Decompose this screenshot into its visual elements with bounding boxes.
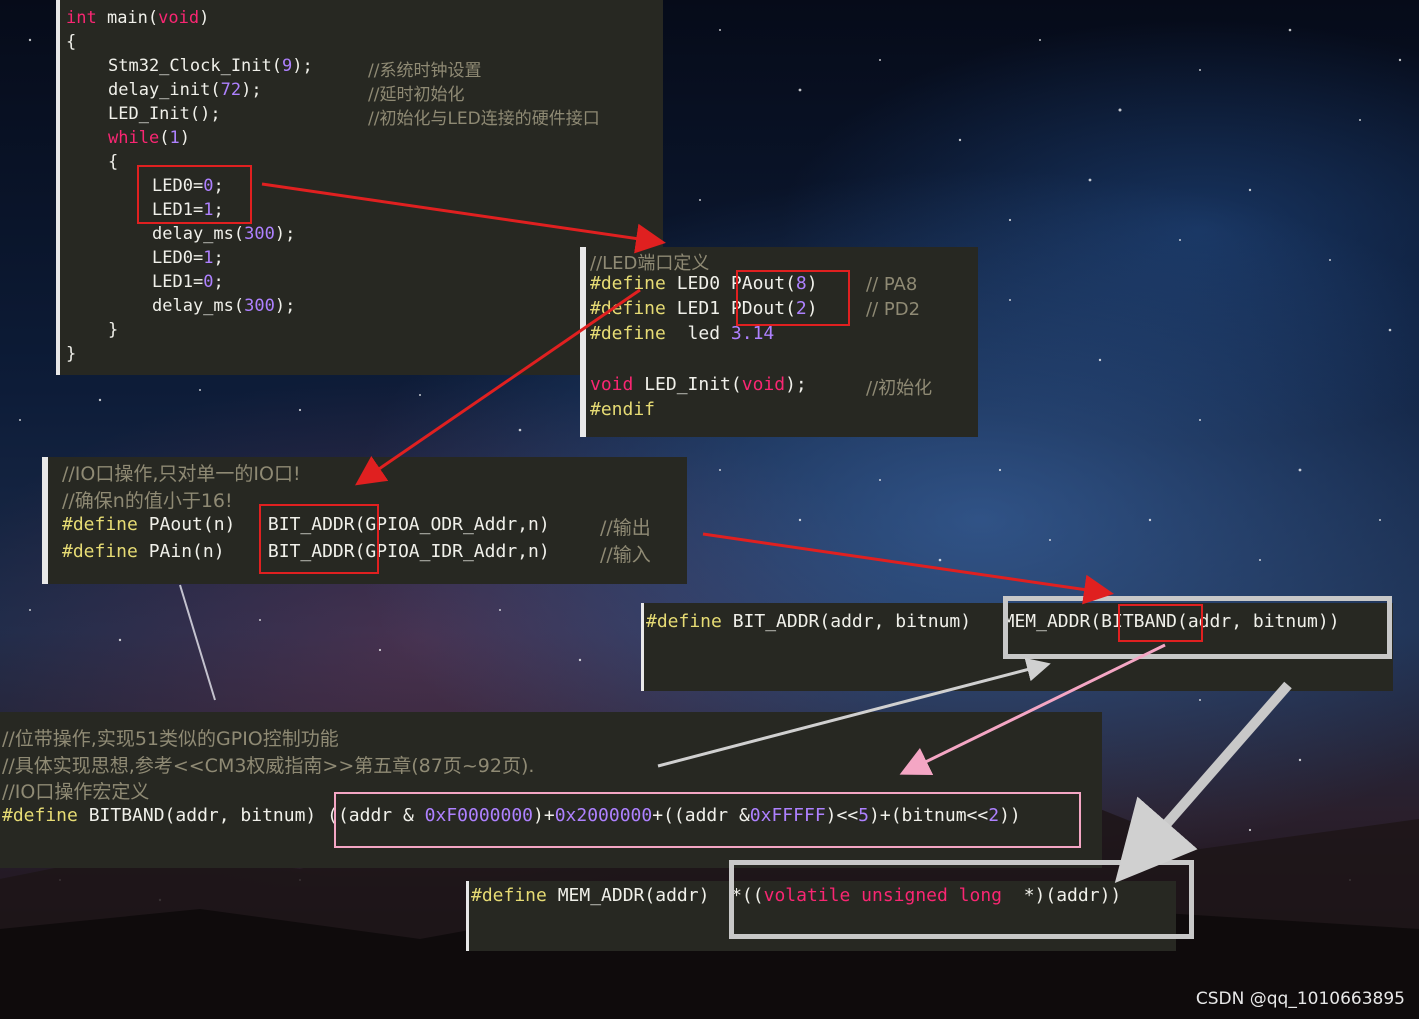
code-token: 3.14 [730, 323, 775, 344]
code-token: #define [646, 611, 722, 632]
code-token: delay_ms( [152, 224, 245, 244]
highlight-led-assign [137, 165, 252, 224]
code-token: void [590, 374, 634, 395]
code-token: 300 [244, 296, 275, 316]
code-comment: //确保n的值小于16! [62, 490, 233, 512]
highlight-mem-addr-call [1003, 596, 1392, 659]
code-token: #define [62, 541, 138, 562]
code-token: delay_ms( [152, 296, 245, 316]
code-token: void [158, 8, 200, 28]
code-token: ) [199, 8, 210, 28]
code-token: LED1 [665, 298, 731, 319]
code-token: int [66, 8, 97, 28]
code-token: delay_init( [108, 80, 221, 100]
code-comment: //初始化 [866, 378, 933, 399]
code-comment: //输出 [600, 517, 651, 539]
code-token: led [665, 323, 731, 344]
code-comment: //IO口操作,只对单一的IO口! [62, 463, 301, 485]
code-token: ( [159, 128, 170, 148]
code-token: void [741, 374, 786, 395]
code-token: ); [274, 224, 296, 244]
code-comment: //延时初始化 [368, 85, 465, 105]
code-token: 9 [282, 56, 293, 76]
code-token: LED0 [665, 273, 731, 294]
code-token: 72 [220, 80, 242, 100]
code-token: #define [590, 273, 666, 294]
code-token: LED1= [152, 272, 204, 292]
code-token: Stm32_Clock_Init( [108, 56, 282, 76]
code-token: #define [590, 298, 666, 319]
code-token: LED_Init( [633, 374, 742, 395]
code-token: while [108, 128, 160, 148]
code-token: #define [590, 323, 666, 344]
code-token: 1 [169, 128, 180, 148]
code-comment: //IO口操作宏定义 [2, 781, 150, 803]
code-comment: //具体实现思想,参考<<CM3权威指南>>第五章(87页~92页). [2, 755, 535, 777]
code-comment: //初始化与LED连接的硬件接口 [368, 109, 600, 129]
code-comment: // PA8 [866, 274, 918, 295]
highlight-volatile-expr [729, 860, 1194, 939]
highlight-paout-pdout [736, 270, 850, 326]
highlight-bitband-expr [334, 792, 1081, 848]
code-comment: //输入 [600, 544, 651, 566]
code-token: ); [241, 80, 262, 100]
code-token: 1 [203, 248, 214, 268]
code-line: { [108, 152, 119, 172]
code-line: LED_Init(); [108, 104, 221, 124]
highlight-bit-addr-call [259, 504, 379, 574]
code-line: { [66, 32, 77, 52]
code-line: #endif [590, 399, 656, 420]
code-token: 300 [244, 224, 275, 244]
code-token: LED0= [152, 248, 204, 268]
code-token: ; [213, 248, 224, 268]
code-token: #define [62, 514, 138, 535]
code-line: } [108, 320, 119, 340]
code-token: 0 [203, 272, 214, 292]
code-token: main( [96, 8, 159, 28]
code-token: ) [179, 128, 190, 148]
code-token: #define [2, 805, 78, 826]
watermark: CSDN @qq_1010663895 [1195, 989, 1405, 1009]
code-token: ); [785, 374, 807, 395]
code-line: } [66, 344, 77, 364]
code-token: #define [471, 885, 547, 906]
code-comment: //位带操作,实现51类似的GPIO控制功能 [2, 728, 339, 750]
code-token: ; [213, 272, 224, 292]
code-comment: //系统时钟设置 [368, 61, 482, 81]
code-comment: // PD2 [866, 299, 921, 320]
code-token: ); [274, 296, 296, 316]
code-comment: //LED端口定义 [590, 253, 710, 274]
code-token: ); [292, 56, 313, 76]
